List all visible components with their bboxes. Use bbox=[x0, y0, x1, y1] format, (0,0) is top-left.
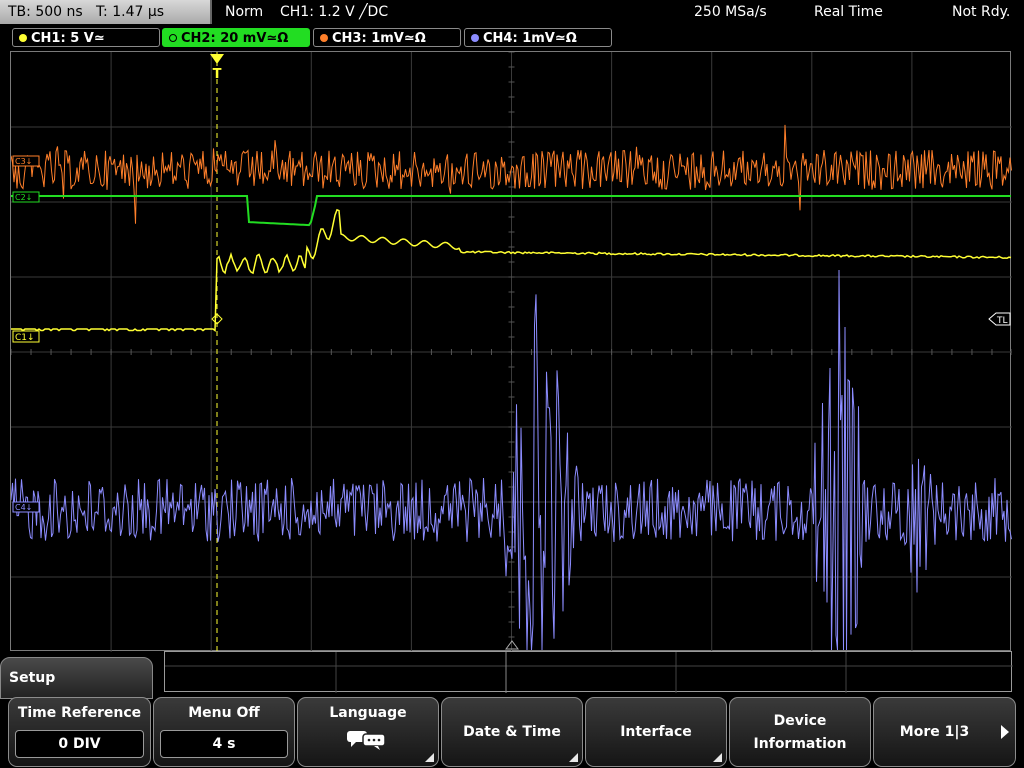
trigger-time-value: T: 1.47 µs bbox=[96, 4, 165, 20]
next-page-arrow-icon bbox=[1001, 725, 1009, 739]
timebase-value: TB: 500 ns bbox=[8, 4, 83, 20]
timebase-readout[interactable]: TB: 500 ns T: 1.47 µs bbox=[0, 0, 212, 24]
ch3-color-dot-icon bbox=[320, 34, 328, 42]
speech-bubbles-icon bbox=[347, 731, 386, 750]
trigger-position-marker[interactable]: T bbox=[210, 54, 224, 82]
more-softkey[interactable]: More 1|3 bbox=[873, 697, 1016, 767]
strip-svg bbox=[165, 652, 1013, 693]
device-information-softkey[interactable]: Device Information bbox=[729, 697, 871, 767]
softkey-title-line2: Information bbox=[753, 736, 847, 752]
menu-off-softkey[interactable]: Menu Off 4 s bbox=[153, 697, 295, 767]
acquisition-mode: Real Time bbox=[814, 4, 883, 20]
ch4-color-dot-icon bbox=[471, 34, 479, 42]
interface-softkey[interactable]: Interface bbox=[585, 697, 727, 767]
trigger-source[interactable]: CH1: 1.2 V ╱DC bbox=[280, 0, 388, 24]
channel-tab-ch3[interactable]: CH3: 1mV≃Ω bbox=[313, 28, 461, 47]
ch2-marker-label: C2↓ bbox=[15, 193, 32, 202]
channel-tab-label: CH2: 20 mV≃Ω bbox=[181, 31, 289, 46]
ch3-marker-label: C3↓ bbox=[15, 157, 32, 166]
trigger-mode[interactable]: Norm bbox=[225, 0, 263, 24]
channel-tab-ch4[interactable]: CH4: 1mV≃Ω bbox=[464, 28, 612, 47]
softkey-title: Menu Off bbox=[188, 705, 260, 721]
language-softkey[interactable]: Language bbox=[297, 697, 439, 767]
ch2-offset-marker[interactable]: C2↓ bbox=[12, 191, 40, 203]
channel-tab-label: CH3: 1mV≃Ω bbox=[332, 31, 426, 46]
menu-title-setup: Setup bbox=[0, 657, 153, 699]
softkey-title: Language bbox=[329, 705, 407, 721]
ch2-color-dot-icon bbox=[169, 34, 177, 42]
softkey-title: Device bbox=[773, 713, 827, 729]
waveform-display[interactable]: T C1↓ C2↓ C3↓ C4↓ TL bbox=[10, 51, 1012, 652]
trigger-marker-label: T bbox=[213, 67, 222, 82]
submenu-corner-icon bbox=[569, 753, 578, 762]
horizontal-position-strip[interactable] bbox=[164, 651, 1013, 693]
submenu-corner-icon bbox=[425, 753, 434, 762]
trigger-level-marker[interactable]: TL bbox=[988, 312, 1011, 326]
status-bar: TB: 500 ns T: 1.47 µs Norm CH1: 1.2 V ╱D… bbox=[0, 0, 1024, 24]
trigger-level-label: TL bbox=[996, 316, 1008, 326]
sample-rate: 250 MSa/s bbox=[694, 4, 767, 20]
ch1-marker-label: C1↓ bbox=[15, 333, 35, 343]
trigger-arrow-icon bbox=[210, 54, 224, 64]
acquisition-status: Not Rdy. bbox=[952, 4, 1011, 20]
ch1-color-dot-icon bbox=[19, 34, 27, 42]
menu-off-value: 4 s bbox=[160, 730, 288, 758]
channel-tab-label: CH1: 5 V≃ bbox=[31, 31, 105, 46]
channel-tab-ch1[interactable]: CH1: 5 V≃ bbox=[12, 28, 160, 47]
softkey-title: Interface bbox=[620, 724, 692, 740]
ch1-offset-marker[interactable]: C1↓ bbox=[12, 330, 40, 343]
softkey-title: Date & Time bbox=[463, 724, 561, 740]
channel-tab-ch2[interactable]: CH2: 20 mV≃Ω bbox=[162, 28, 310, 47]
submenu-corner-icon bbox=[713, 753, 722, 762]
date-time-softkey[interactable]: Date & Time bbox=[441, 697, 583, 767]
channel-tab-label: CH4: 1mV≃Ω bbox=[483, 31, 577, 46]
ch4-marker-label: C4↓ bbox=[15, 503, 32, 512]
graticule-svg: T C1↓ C2↓ C3↓ C4↓ TL bbox=[11, 52, 1012, 652]
ch3-offset-marker[interactable]: C3↓ bbox=[12, 155, 40, 167]
softkey-title: More 1|3 bbox=[899, 724, 970, 740]
softkey-title: Time Reference bbox=[17, 705, 142, 721]
ch4-offset-marker[interactable]: C4↓ bbox=[12, 501, 40, 513]
time-reference-value: 0 DIV bbox=[15, 730, 144, 758]
time-reference-softkey[interactable]: Time Reference 0 DIV bbox=[8, 697, 151, 767]
